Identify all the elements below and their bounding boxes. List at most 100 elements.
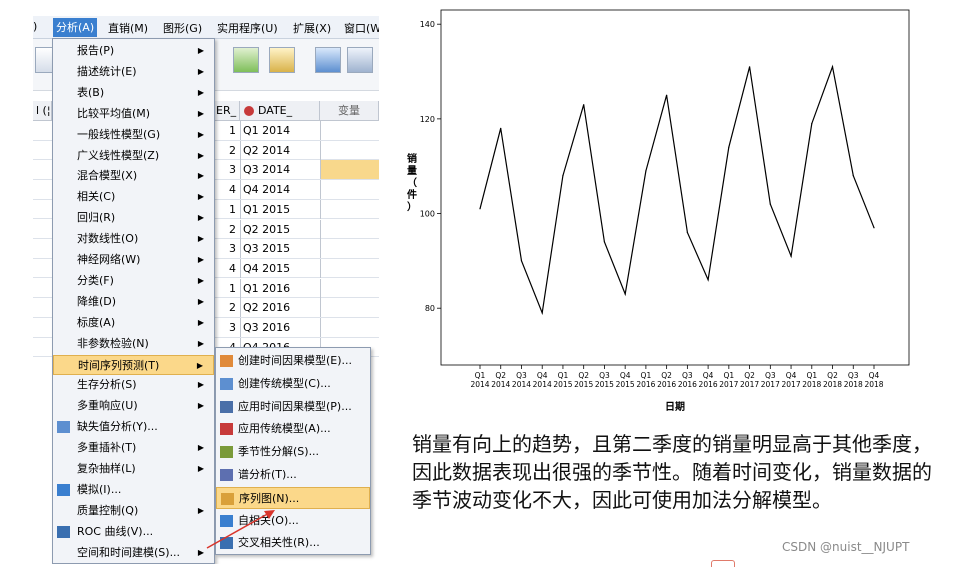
header-cell-left[interactable]: l (¦ [33, 101, 52, 121]
submenu-arrow-icon: ▶ [197, 547, 204, 557]
toolbar-scale-icon[interactable] [347, 47, 373, 73]
data-point [562, 175, 564, 177]
analyze-menu-item[interactable]: ROC 曲线(V)... [53, 522, 214, 542]
analyze-menu-item[interactable]: 神经网络(W) ▶ [53, 250, 214, 270]
menubar-item-window[interactable]: 窗口(W [344, 20, 379, 36]
cell-quarter-number[interactable]: 3 [213, 321, 238, 334]
timeseries-submenu-item[interactable]: 创建时间因果模型(E)... [216, 350, 370, 373]
analyze-menu-item[interactable]: 缺失值分析(Y)... [53, 417, 214, 437]
analyze-menu-item-label: 神经网络(W) [77, 253, 141, 266]
cell-date[interactable]: Q2 2015 [240, 219, 320, 239]
data-point [583, 104, 585, 106]
analyze-menu-item[interactable]: 描述统计(E) ▶ [53, 62, 214, 82]
analyze-menu-item[interactable]: 降维(D) ▶ [53, 292, 214, 312]
cell-quarter-number[interactable]: 4 [213, 262, 238, 275]
data-point [790, 255, 792, 257]
menubar-item-direct-marketing[interactable]: 直销(M) [108, 20, 148, 36]
timeseries-submenu-item-label: 交叉相关性(R)... [238, 536, 320, 550]
menubar-item-edge[interactable]: ) [33, 20, 37, 33]
y-tick-label: 100 [420, 210, 435, 219]
menubar-item-utilities[interactable]: 实用程序(U) [217, 20, 278, 36]
submenu-arrow-icon: ▶ [197, 213, 204, 223]
cell-quarter-number[interactable]: 1 [213, 282, 238, 295]
analyze-menu-item[interactable]: 广义线性模型(Z) ▶ [53, 146, 214, 166]
header-cell-var[interactable]: 变量 [320, 101, 379, 121]
cell-date[interactable]: Q1 2014 [240, 121, 320, 140]
analyze-menu-item[interactable]: 多重响应(U) ▶ [53, 396, 214, 416]
timeseries-submenu-item[interactable]: 创建传统模型(C)... [216, 373, 370, 396]
toolbar-weight-cases-icon[interactable] [269, 47, 295, 73]
timeseries-submenu-item[interactable]: 季节性分解(S)... [216, 441, 370, 464]
cell-empty-var[interactable] [320, 180, 379, 200]
analyze-menu-item[interactable]: 模拟(I)... [53, 480, 214, 500]
analyze-menu-item[interactable]: 回归(R) ▶ [53, 208, 214, 228]
cell-quarter-number[interactable]: 1 [213, 203, 238, 216]
cell-quarter-number[interactable]: 2 [213, 301, 238, 314]
analyze-menu-item[interactable]: 相关(C) ▶ [53, 187, 214, 207]
cell-date[interactable]: Q1 2015 [240, 199, 320, 219]
x-tick-label-year: 2016 [657, 380, 676, 389]
menubar-item-extensions[interactable]: 扩展(X) [293, 20, 331, 36]
timeseries-submenu-item[interactable]: 自相关(O)... [216, 510, 370, 533]
timeseries-submenu-item[interactable]: 交叉相关性(R)... [216, 532, 370, 555]
analyze-menu-item[interactable]: 空间和时间建模(S)... ▶ [53, 543, 214, 563]
analyze-menu-item[interactable]: 比较平均值(M) ▶ [53, 104, 214, 124]
cell-quarter-number[interactable]: 1 [213, 124, 238, 137]
analyze-menu-item[interactable]: 生存分析(S) ▶ [53, 375, 214, 395]
toolbar-value-labels-icon[interactable] [315, 47, 341, 73]
cell-empty-var[interactable] [320, 219, 379, 239]
cell-date[interactable]: Q2 2014 [240, 140, 320, 160]
analyze-menu-item[interactable]: 质量控制(Q) ▶ [53, 501, 214, 521]
cell-quarter-number[interactable]: 3 [213, 242, 238, 255]
timeseries-submenu-item[interactable]: 序列图(N)... [216, 486, 370, 510]
cell-empty-var[interactable] [320, 298, 379, 318]
analyze-menu-item[interactable]: 报告(P) ▶ [53, 41, 214, 61]
cell-empty-var[interactable] [320, 140, 379, 160]
cell-quarter-number[interactable]: 2 [213, 223, 238, 236]
analyze-menu-item[interactable]: 表(B) ▶ [53, 83, 214, 103]
data-point [624, 293, 626, 295]
analyze-menu-item[interactable]: 时间序列预测(T) ▶ [53, 354, 214, 375]
cell-date[interactable]: Q4 2015 [240, 258, 320, 278]
toolbar-select-cases-icon[interactable] [233, 47, 259, 73]
cell-date[interactable]: Q3 2016 [240, 318, 320, 337]
cell-date[interactable]: Q3 2015 [240, 239, 320, 259]
cell-date[interactable]: Q2 2016 [240, 298, 320, 318]
timeseries-submenu-item[interactable]: 应用时间因果模型(P)... [216, 396, 370, 419]
header-cell-date[interactable]: DATE_ [240, 101, 320, 121]
submenu-arrow-icon: ▶ [197, 505, 204, 515]
cell-quarter-number[interactable]: 2 [213, 144, 238, 157]
header-cell-er[interactable]: ER_ [213, 101, 240, 121]
cell-date[interactable]: Q1 2016 [240, 278, 320, 298]
analyze-menu-item-label: ROC 曲线(V)... [77, 524, 154, 538]
submenu-arrow-icon: ▶ [197, 171, 204, 181]
analyze-menu-item[interactable]: 多重插补(T) ▶ [53, 438, 214, 458]
cell-quarter-number[interactable]: 4 [213, 183, 238, 196]
cell-empty-var[interactable] [320, 278, 379, 298]
analyze-menu-item[interactable]: 对数线性(O) ▶ [53, 229, 214, 249]
cell-date[interactable]: Q3 2014 [240, 160, 320, 180]
analyze-menu-item[interactable]: 复杂抽样(L) ▶ [53, 459, 214, 479]
timeseries-submenu-item[interactable]: 谱分析(T)... [216, 464, 370, 487]
analyze-menu-item[interactable]: 混合模型(X) ▶ [53, 166, 214, 186]
timeseries-submenu-item[interactable]: 应用传统模型(A)... [216, 418, 370, 441]
submenu-arrow-icon: ▶ [197, 338, 204, 348]
cell-quarter-number[interactable]: 3 [213, 163, 238, 176]
cell-empty-var[interactable] [320, 160, 379, 180]
cell-empty-var[interactable] [320, 121, 379, 140]
cell-date[interactable]: Q4 2014 [240, 180, 320, 200]
x-axis-label: 日期 [665, 400, 685, 413]
submenu-item-icon [220, 400, 233, 413]
analyze-menu-item[interactable]: 非参数检验(N) ▶ [53, 334, 214, 354]
analyze-menu-item[interactable]: 分类(F) ▶ [53, 271, 214, 291]
analyze-menu-item[interactable]: 一般线性模型(G) ▶ [53, 125, 214, 145]
timeseries-submenu-item-label: 创建传统模型(C)... [238, 376, 331, 390]
cell-empty-var[interactable] [320, 199, 379, 219]
cell-empty-var[interactable] [320, 258, 379, 278]
menubar-item-graphs[interactable]: 图形(G) [163, 20, 202, 36]
cell-empty-var[interactable] [320, 239, 379, 259]
menubar-item-analyze[interactable]: 分析(A) [53, 18, 98, 37]
submenu-arrow-icon: ▶ [197, 66, 204, 76]
analyze-menu-item[interactable]: 标度(A) ▶ [53, 313, 214, 333]
cell-empty-var[interactable] [320, 318, 379, 337]
